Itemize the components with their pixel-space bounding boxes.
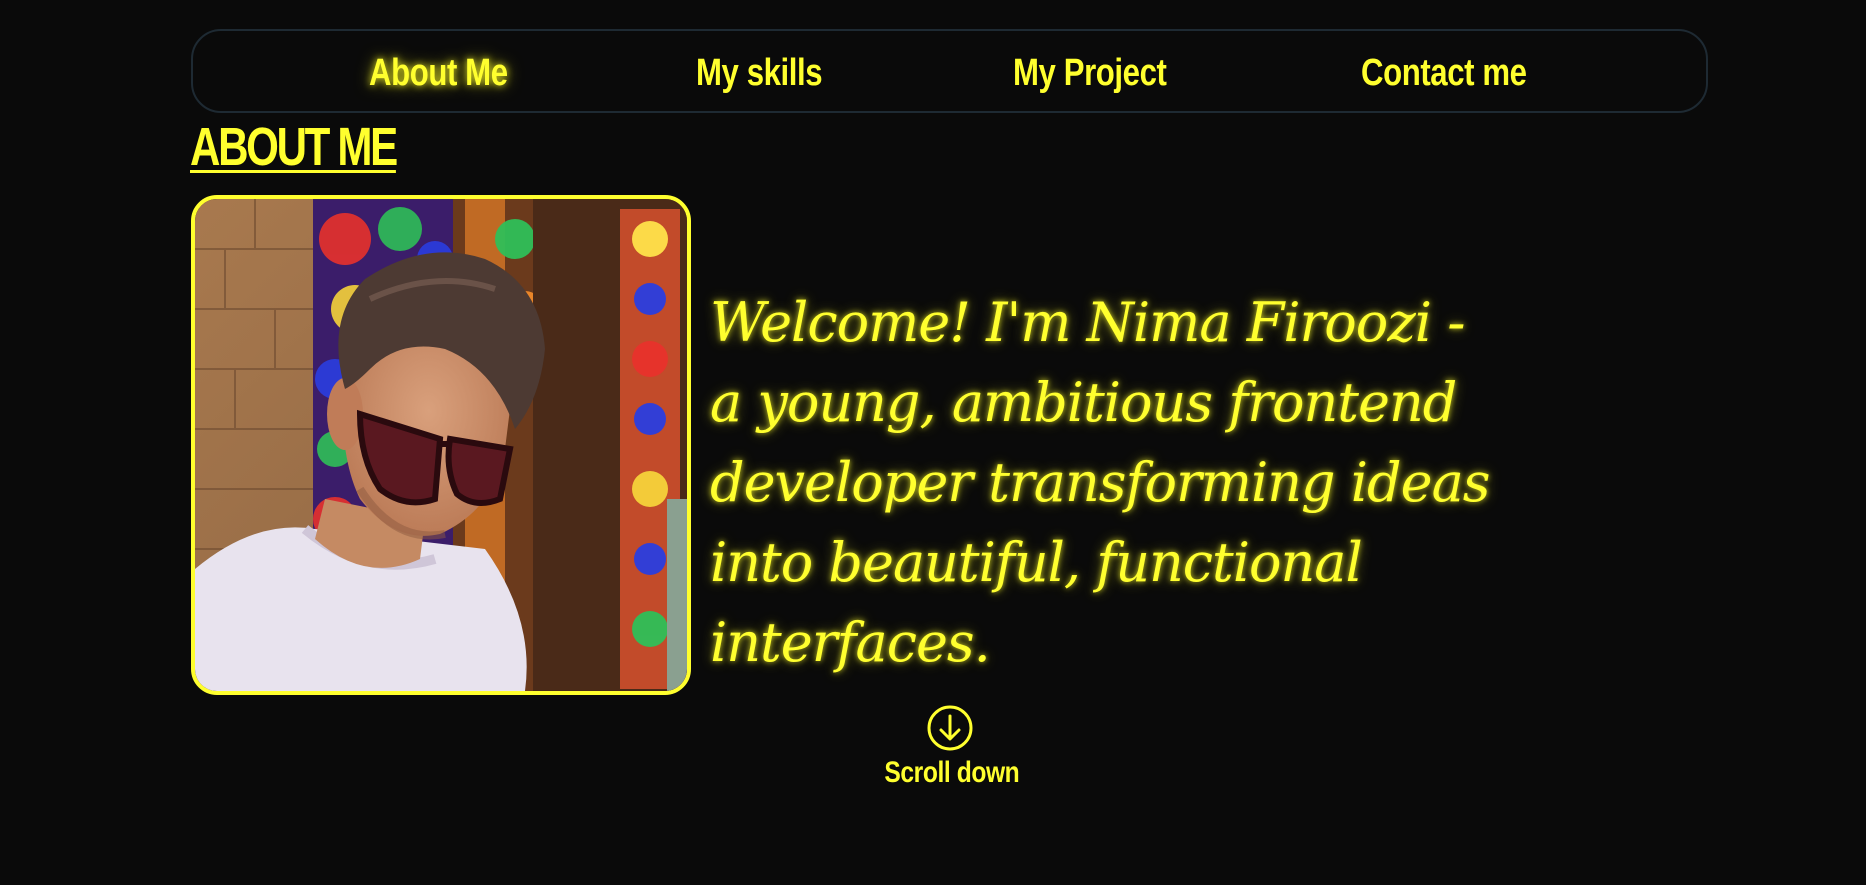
intro-text: Welcome! I'm Nima Firoozi - a young, amb… [710,291,1490,674]
page: About Me My skills My Project Contact me… [0,0,1866,885]
nav-item-about-me[interactable]: About Me [369,53,508,93]
nav-item-contact-me[interactable]: Contact me [1361,53,1527,93]
scroll-down-button[interactable]: Scroll down [870,704,1030,790]
nav-item-my-skills[interactable]: My skills [696,53,823,93]
nav-item-my-project[interactable]: My Project [1013,53,1167,93]
navbar: About Me My skills My Project Contact me [191,29,1708,113]
scroll-down-label: Scroll down [884,756,1020,789]
section-title: ABOUT ME [190,117,398,177]
profile-photo-image [195,199,687,691]
arrow-down-circle-icon [927,705,973,751]
profile-photo [191,195,691,695]
